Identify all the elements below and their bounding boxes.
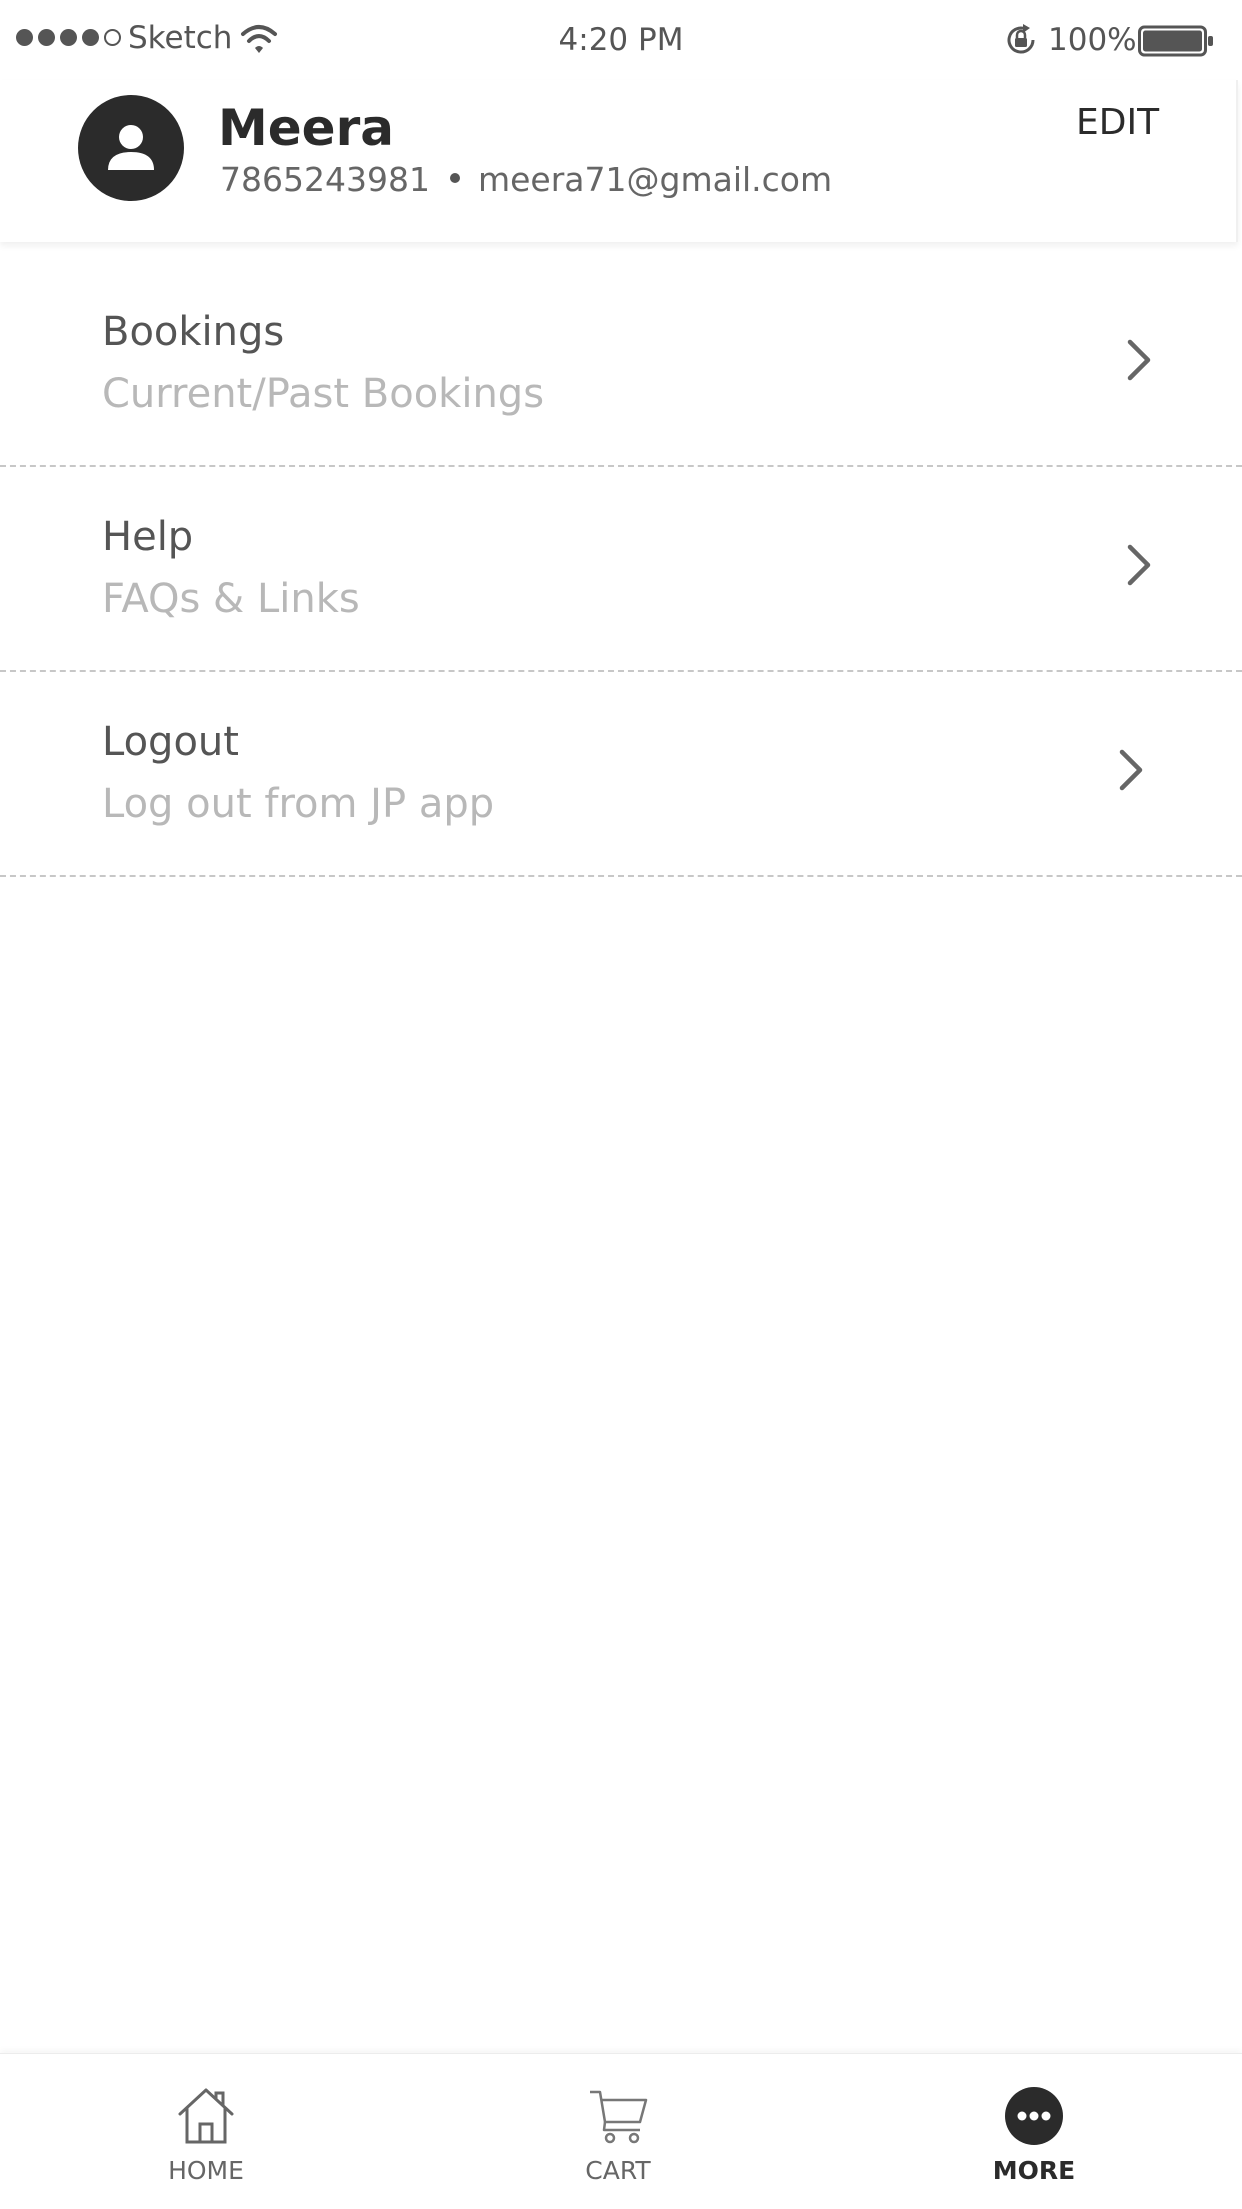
profile-phone: 7865243981 [220, 160, 430, 199]
nav-tab-cart[interactable]: CART [518, 2054, 718, 2209]
edit-profile-button[interactable]: EDIT [1076, 98, 1159, 148]
home-icon [178, 2088, 234, 2144]
menu-item-title: Help [102, 514, 194, 560]
profile-email: meera71@gmail.com [477, 160, 833, 199]
profile-header: Meera 7865243981 meera71@gmail.com EDIT [0, 80, 1238, 242]
profile-contact: 7865243981 meera71@gmail.com [220, 158, 832, 202]
bottom-nav: HOME CART MORE [0, 2053, 1242, 2209]
nav-tab-more[interactable]: MORE [934, 2054, 1134, 2209]
status-bar: Sketch 4:20 PM 100% [0, 0, 1242, 80]
rotation-lock-icon [1007, 24, 1035, 54]
user-icon [108, 125, 154, 170]
cart-icon [590, 2090, 648, 2144]
menu-item-title: Logout [102, 719, 239, 765]
more-icon [1005, 2087, 1063, 2145]
nav-label: CART [585, 2156, 651, 2185]
chevron-right-icon [1119, 749, 1143, 791]
menu-item-logout[interactable]: Logout Log out from JP app [0, 672, 1242, 877]
menu-item-subtitle: Current/Past Bookings [102, 371, 545, 417]
separator-dot [449, 172, 460, 183]
nav-label: MORE [992, 2156, 1076, 2185]
chevron-right-icon [1127, 544, 1151, 586]
menu-item-help[interactable]: Help FAQs & Links [0, 467, 1242, 672]
nav-label: HOME [168, 2156, 244, 2185]
menu-item-subtitle: FAQs & Links [102, 576, 360, 622]
battery-percentage: 100% [1048, 22, 1137, 58]
menu-list: Bookings Current/Past Bookings Help FAQs… [0, 262, 1242, 877]
menu-item-title: Bookings [102, 309, 285, 355]
nav-tab-home[interactable]: HOME [106, 2054, 306, 2209]
avatar [78, 95, 184, 201]
battery-icon [1138, 25, 1213, 57]
menu-item-bookings[interactable]: Bookings Current/Past Bookings [0, 262, 1242, 467]
profile-name: Meera [218, 99, 394, 157]
chevron-right-icon [1127, 339, 1151, 381]
menu-item-subtitle: Log out from JP app [102, 781, 495, 827]
